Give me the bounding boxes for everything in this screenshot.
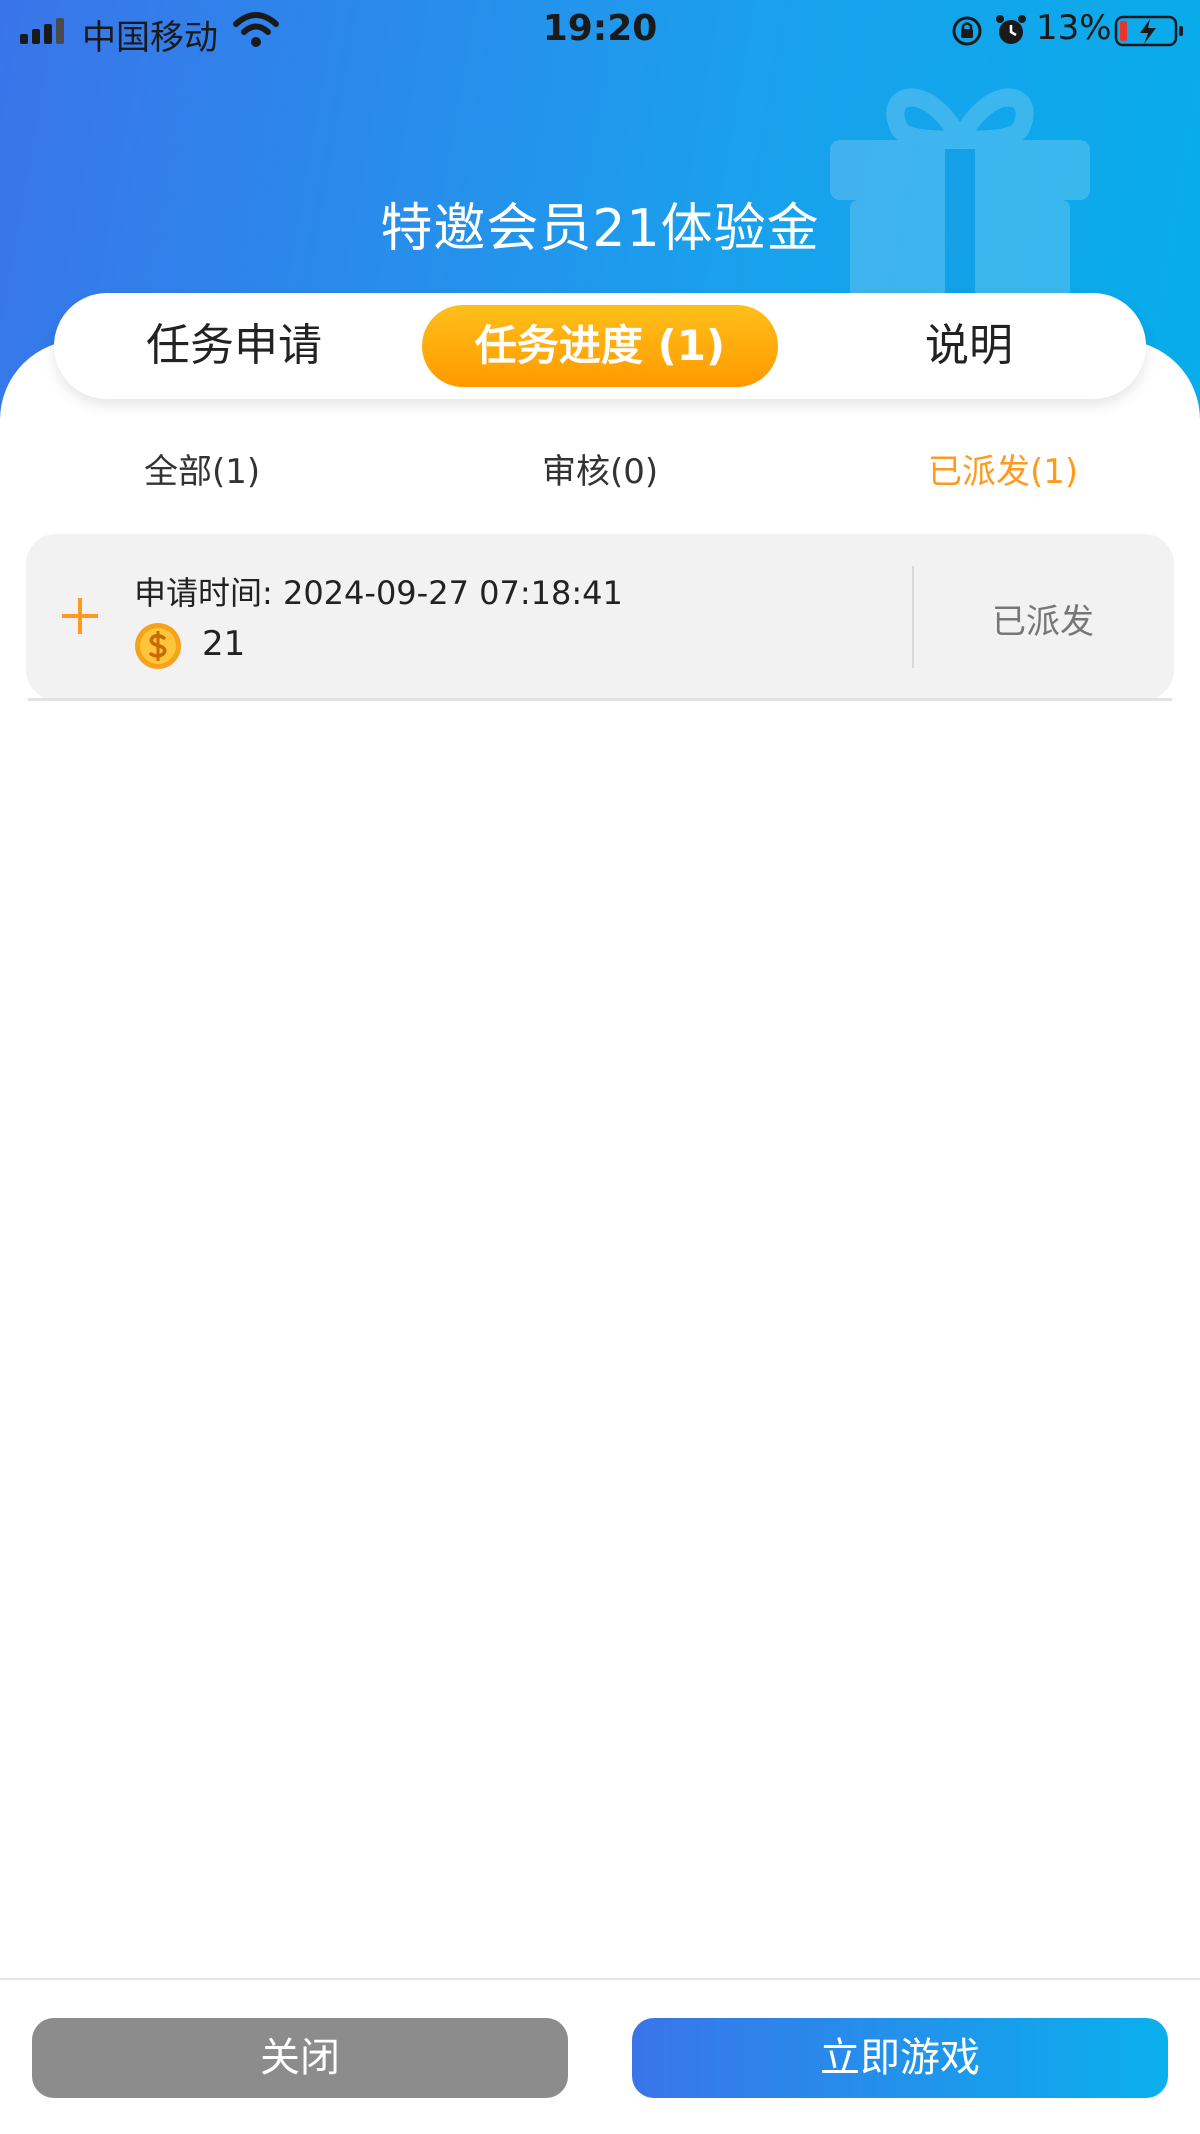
alarm-icon	[996, 15, 1026, 44]
play-now-button[interactable]: 立即游戏	[632, 2018, 1168, 2098]
battery-percent: 13%	[1036, 8, 1112, 48]
apply-time: 申请时间: 2024-09-27 07:18:41	[134, 574, 623, 612]
list-item[interactable]: 申请时间: 2024-09-27 07:18:41 21 已派发	[26, 534, 1174, 700]
page-title: 特邀会员21体验金	[380, 199, 820, 259]
tab-task-apply[interactable]: 任务申请	[114, 293, 354, 399]
tab-description[interactable]: 说明	[884, 293, 1054, 399]
coin-icon	[135, 623, 181, 669]
divider	[0, 1978, 1200, 1980]
page: 中国移动 19:20 13% 特邀会员21体验金 任务申请 任务进度 (1) 说…	[0, 0, 1200, 2134]
status-bar: 中国移动 19:20 13%	[0, 0, 1200, 62]
reward-amount: 21	[202, 624, 246, 664]
close-button[interactable]: 关闭	[32, 2018, 568, 2098]
status-badge: 已派发	[992, 602, 1094, 642]
tab-task-progress[interactable]: 任务进度 (1)	[422, 305, 778, 387]
main-tabs: 任务申请 任务进度 (1) 说明	[54, 293, 1146, 399]
filter-review[interactable]: 审核(0)	[542, 444, 658, 493]
plus-icon[interactable]	[62, 598, 98, 634]
filter-all[interactable]: 全部(1)	[144, 444, 260, 493]
battery-charging-icon	[1114, 15, 1183, 47]
divider	[28, 698, 1172, 701]
orientation-lock-icon	[952, 16, 982, 46]
filter-distributed[interactable]: 已派发(1)	[928, 444, 1078, 493]
